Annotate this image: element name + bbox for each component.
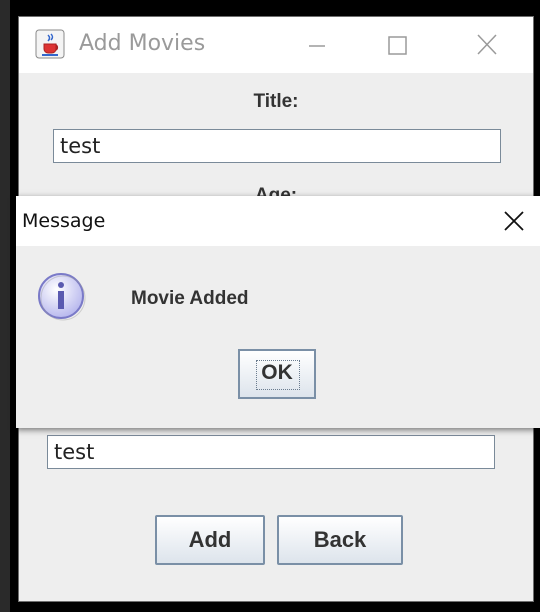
close-icon[interactable] — [467, 27, 507, 63]
window-title: Add Movies — [79, 31, 206, 56]
title-input[interactable]: test — [53, 129, 501, 163]
java-cup-icon — [35, 29, 65, 59]
desktop-background-left — [0, 0, 10, 612]
title-label: Title: — [253, 91, 299, 112]
ok-button[interactable]: OK — [238, 349, 316, 399]
dialog-message: Movie Added — [131, 288, 249, 309]
window-titlebar[interactable]: Add Movies — [19, 17, 533, 73]
close-icon[interactable] — [494, 202, 534, 240]
minimize-icon[interactable] — [297, 27, 337, 63]
dialog-title: Message — [22, 210, 106, 232]
back-button[interactable]: Back — [277, 515, 403, 565]
message-dialog: Message Movie Added OK — [16, 196, 540, 428]
info-icon — [38, 273, 86, 321]
maximize-icon[interactable] — [377, 27, 417, 63]
second-input[interactable]: test — [47, 435, 495, 469]
add-button[interactable]: Add — [155, 515, 265, 565]
dialog-titlebar[interactable]: Message — [16, 196, 540, 246]
ok-label: OK — [261, 361, 293, 384]
